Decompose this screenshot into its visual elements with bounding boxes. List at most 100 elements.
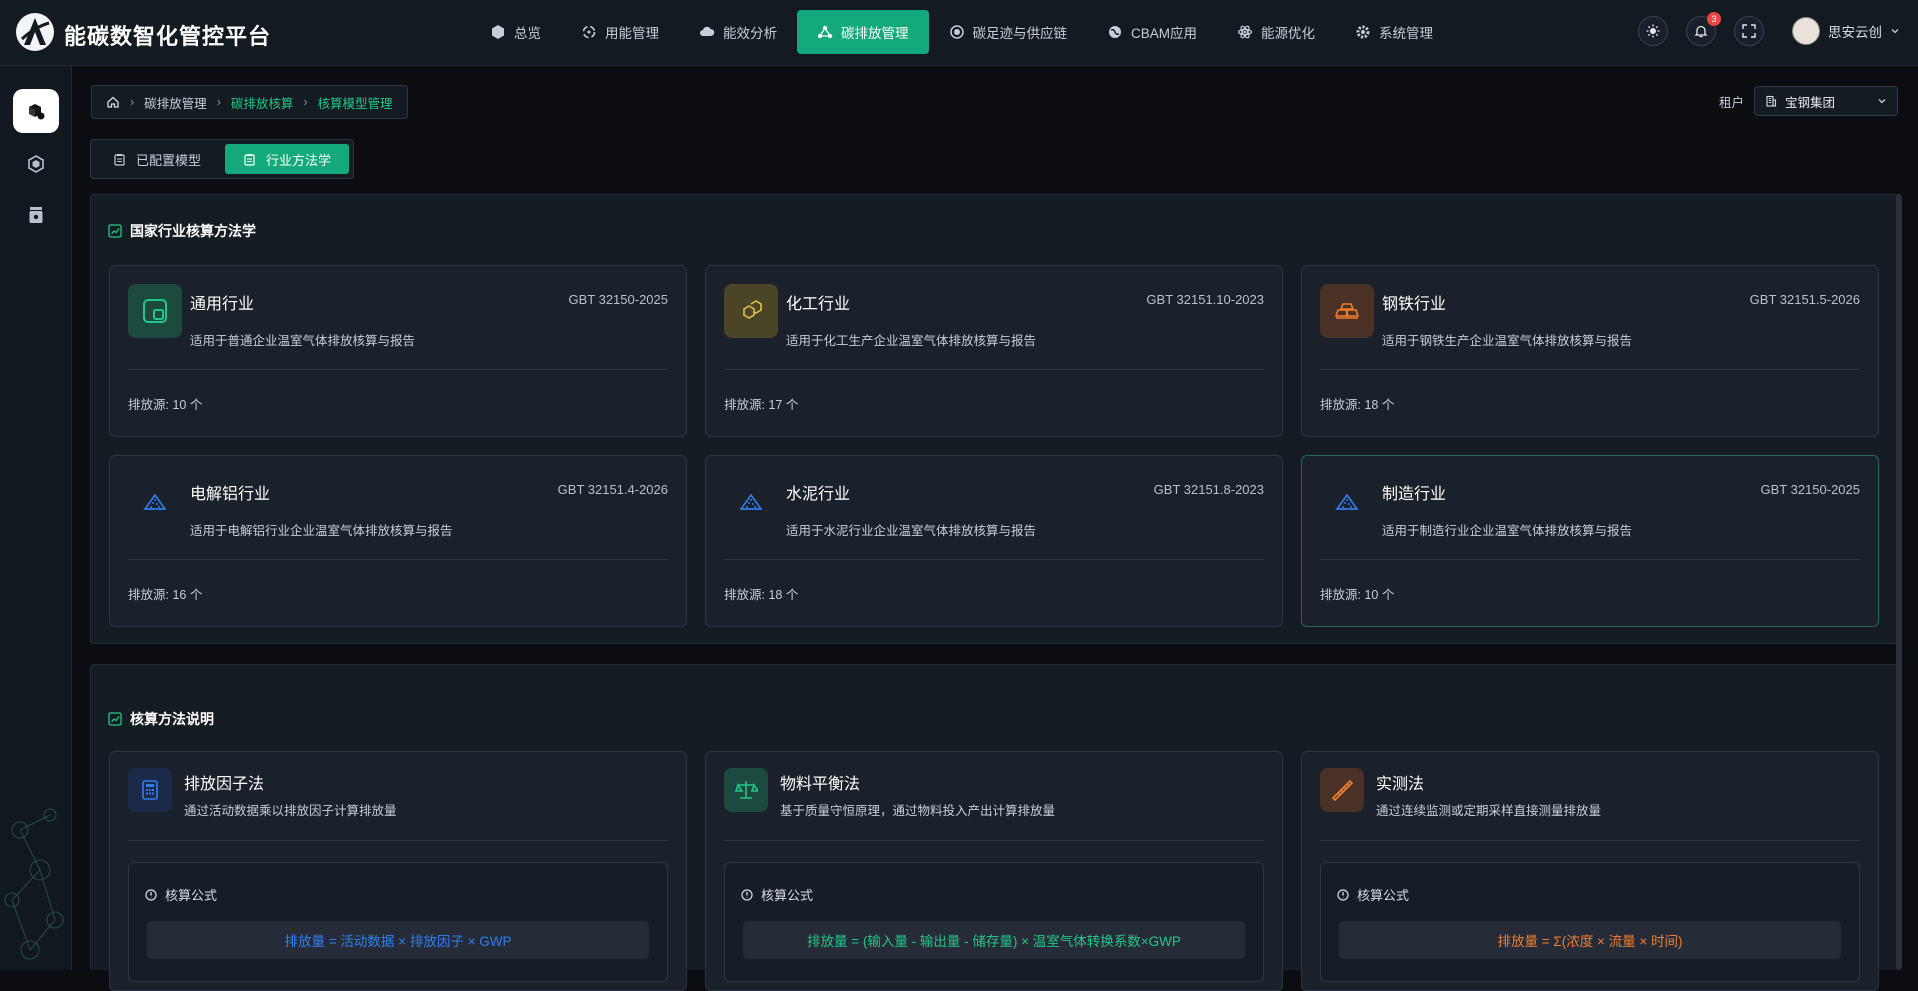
recycle-icon <box>582 25 596 39</box>
breadcrumb-separator: › <box>303 95 308 109</box>
tab-industry-methodology[interactable]: 行业方法学 <box>225 144 350 174</box>
method-card-mass-balance[interactable]: 物料平衡法 基于质量守恒原理，通过物料投入产出计算排放量 核算公式 排放量 = … <box>705 751 1283 991</box>
industry-standard: GBT 32151.10-2023 <box>1146 292 1264 307</box>
tab-configured-models[interactable]: 已配置模型 <box>95 144 219 174</box>
nav-item-label: 用能管理 <box>605 26 659 41</box>
industry-desc: 适用于电解铝行业企业温室气体排放核算与报告 <box>190 524 453 538</box>
chemical-industry-icon <box>724 284 778 338</box>
industry-name: 制造行业 <box>1382 486 1447 503</box>
avatar <box>1792 17 1820 45</box>
industry-card-steel[interactable]: 钢铁行业 GBT 32151.5-2026 适用于钢铁生产企业温室气体排放核算与… <box>1301 265 1879 437</box>
method-card-measurement[interactable]: 实测法 通过连续监测或定期采样直接测量排放量 核算公式 排放量 = Σ(浓度 ×… <box>1301 751 1879 991</box>
nav-item-efficiency-analysis[interactable]: 能效分析 <box>679 10 797 54</box>
aluminum-industry-icon <box>128 474 182 528</box>
industry-card-chemical[interactable]: 化工行业 GBT 32151.10-2023 适用于化工生产企业温室气体排放核算… <box>705 265 1283 437</box>
industry-name: 通用行业 <box>190 296 255 313</box>
emission-source-count: 排放源: 10 个 <box>128 398 203 412</box>
chart-icon <box>108 712 122 726</box>
tenant-selector: 租户 宝钢集团 <box>1719 86 1898 116</box>
breadcrumb-item[interactable]: 碳排放核算 <box>231 93 294 112</box>
sun-icon <box>1646 24 1660 38</box>
general-industry-icon <box>128 284 182 338</box>
bell-icon <box>1694 25 1708 38</box>
fullscreen-button[interactable] <box>1734 16 1764 46</box>
industry-methodology-panel: 国家行业核算方法学 通用行业 GBT 32150-2025 适用于普通企业温室气… <box>90 194 1898 644</box>
nav-item-carbon-footprint[interactable]: 碳足迹与供应链 <box>929 10 1088 54</box>
gear-icon <box>1356 25 1370 39</box>
nav-item-label: 系统管理 <box>1379 26 1434 41</box>
accounting-methods-panel: 核算方法说明 排放因子法 通过活动数据乘以排放因子计算排放量 核算公式 排放量 … <box>90 664 1898 991</box>
cube-icon <box>492 25 504 39</box>
method-desc: 通过连续监测或定期采样直接测量排放量 <box>1376 804 1602 818</box>
nav-item-label: 能源优化 <box>1261 26 1316 41</box>
formula-header: 核算公式 <box>145 885 217 904</box>
theme-toggle-button[interactable] <box>1638 16 1668 46</box>
industry-card-cement[interactable]: 水泥行业 GBT 32151.8-2023 适用于水泥行业企业温室气体排放核算与… <box>705 455 1283 627</box>
header-actions: 3 思安云创 <box>1638 12 1900 46</box>
nav-item-cbam[interactable]: CBAM应用 <box>1087 10 1217 54</box>
home-icon[interactable] <box>106 95 120 109</box>
app-logo[interactable] <box>16 13 54 51</box>
formula-text: 排放量 = (输入量 - 输出量 - 储存量) × 温室气体转换系数×GWP <box>743 921 1245 959</box>
industry-card-aluminum[interactable]: 电解铝行业 GBT 32151.4-2026 适用于电解铝行业企业温室气体排放核… <box>109 455 687 627</box>
atom-icon <box>1237 25 1253 39</box>
section-title: 核算方法说明 <box>108 709 214 729</box>
cement-industry-icon <box>724 474 778 528</box>
main-nav: 总览 用能管理 能效分析 碳排放管理 碳足迹与供应链 CBAM应用 能源优化 系… <box>470 10 1453 54</box>
formula-box: 核算公式 排放量 = (输入量 - 输出量 - 储存量) × 温室气体转换系数×… <box>724 862 1264 982</box>
ruler-icon <box>1320 768 1364 812</box>
industry-desc: 适用于制造行业企业温室气体排放核算与报告 <box>1382 524 1633 538</box>
notification-button[interactable]: 3 <box>1686 12 1721 46</box>
steel-industry-icon <box>1320 284 1374 338</box>
formula-header: 核算公式 <box>1337 885 1409 904</box>
tenant-select[interactable]: 宝钢集团 <box>1754 86 1898 116</box>
sidebar-item-hexagon[interactable] <box>13 142 59 186</box>
section-title-text: 核算方法说明 <box>130 711 214 727</box>
hexagon-icon <box>28 155 44 173</box>
nav-item-energy-management[interactable]: 用能管理 <box>561 10 679 54</box>
clipboard-icon <box>244 153 255 166</box>
section-title-text: 国家行业核算方法学 <box>130 223 256 239</box>
calculator-icon <box>128 768 172 812</box>
nav-item-system-management[interactable]: 系统管理 <box>1335 10 1453 54</box>
info-icon <box>1337 888 1349 901</box>
tab-label: 已配置模型 <box>136 152 202 168</box>
breadcrumb: › 碳排放管理 › 碳排放核算 › 核算模型管理 <box>91 85 408 119</box>
nav-item-label: 碳排放管理 <box>841 26 909 41</box>
industry-desc: 适用于水泥行业企业温室气体排放核算与报告 <box>786 524 1037 538</box>
sidebar-item-carbon-accounting[interactable] <box>13 89 59 133</box>
user-menu[interactable]: 思安云创 <box>1792 17 1900 45</box>
nav-item-label: 总览 <box>514 26 541 41</box>
divider <box>1320 369 1860 370</box>
breadcrumb-item[interactable]: 碳排放管理 <box>144 93 207 112</box>
industry-standard: GBT 32151.8-2023 <box>1153 482 1264 497</box>
chart-icon <box>108 224 122 238</box>
info-icon <box>145 888 157 901</box>
method-name: 排放因子法 <box>184 776 265 793</box>
formula-header: 核算公式 <box>741 885 813 904</box>
divider <box>1320 559 1860 560</box>
divider <box>724 840 1264 841</box>
industry-name: 电解铝行业 <box>190 486 271 503</box>
nav-item-overview[interactable]: 总览 <box>470 10 561 54</box>
divider <box>724 369 1264 370</box>
fullscreen-icon <box>1742 24 1756 38</box>
method-card-emission-factor[interactable]: 排放因子法 通过活动数据乘以排放因子计算排放量 核算公式 排放量 = 活动数据 … <box>109 751 687 991</box>
emission-source-count: 排放源: 18 个 <box>724 588 799 602</box>
industry-desc: 适用于化工生产企业温室气体排放核算与报告 <box>786 334 1037 348</box>
nav-item-energy-optimization[interactable]: 能源优化 <box>1217 10 1335 54</box>
industry-card-manufacturing[interactable]: 制造行业 GBT 32150-2025 适用于制造行业企业温室气体排放核算与报告… <box>1301 455 1879 627</box>
industry-card-general[interactable]: 通用行业 GBT 32150-2025 适用于普通企业温室气体排放核算与报告 排… <box>109 265 687 437</box>
page-scrollbar[interactable] <box>1896 194 1902 970</box>
formula-text: 排放量 = 活动数据 × 排放因子 × GWP <box>147 921 649 959</box>
divider <box>128 840 668 841</box>
manufacturing-industry-icon <box>1320 474 1374 528</box>
industry-standard: GBT 32151.5-2026 <box>1749 292 1860 307</box>
formula-box: 核算公式 排放量 = 活动数据 × 排放因子 × GWP <box>128 862 668 982</box>
industry-desc: 适用于钢铁生产企业温室气体排放核算与报告 <box>1382 334 1633 348</box>
nav-item-carbon-management[interactable]: 碳排放管理 <box>797 10 929 54</box>
sidebar-item-container[interactable] <box>13 193 59 237</box>
emission-source-count: 排放源: 16 个 <box>128 588 203 602</box>
formula-label: 核算公式 <box>165 888 218 903</box>
sidebar <box>0 66 72 970</box>
